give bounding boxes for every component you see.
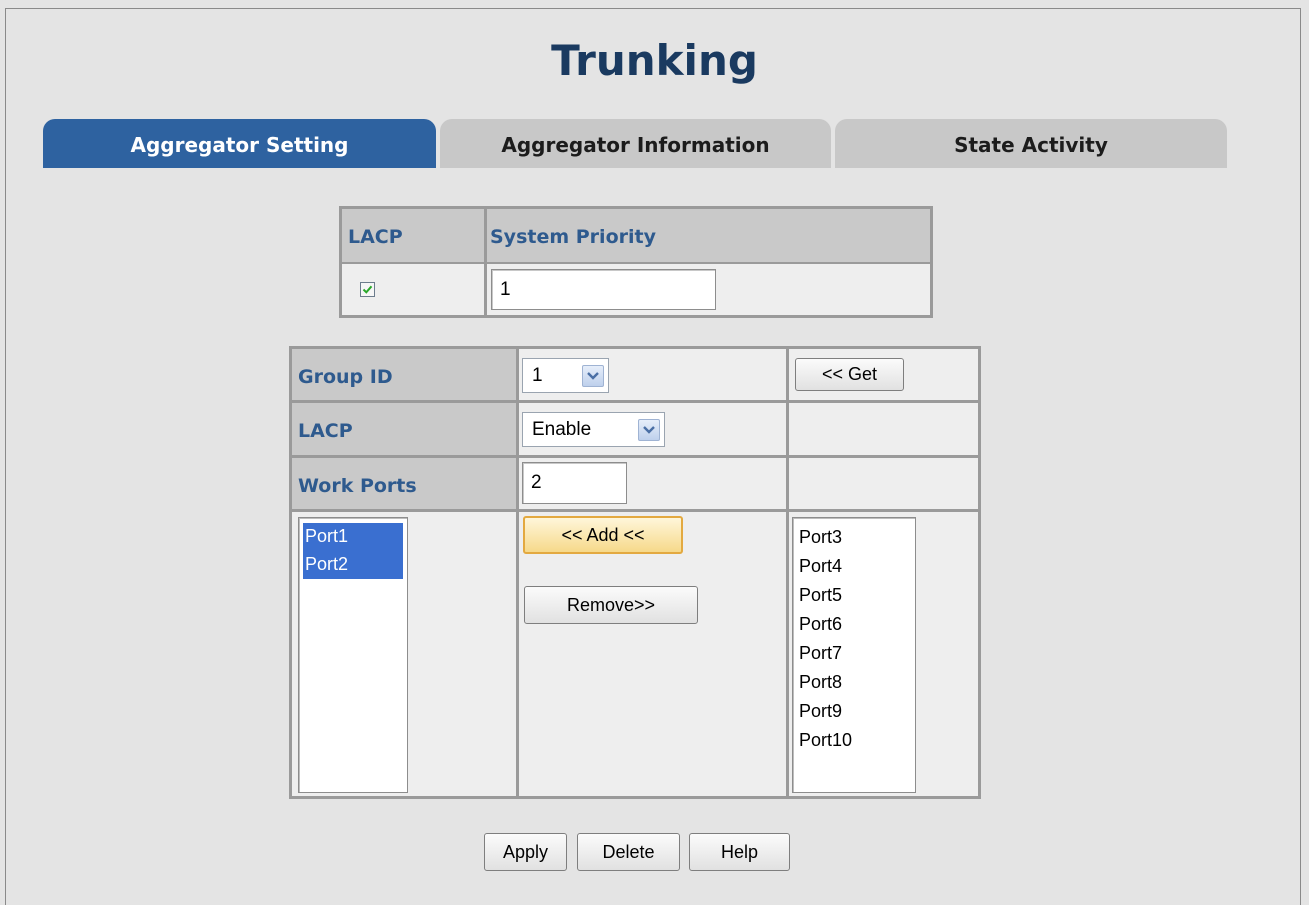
group-id-select[interactable]: 1 — [522, 358, 609, 393]
empty-cell — [789, 403, 978, 455]
group-id-select-cell: 1 — [519, 349, 786, 400]
lacp-select-cell: Enable — [519, 403, 786, 455]
check-icon — [362, 285, 373, 294]
system-priority-input[interactable]: 1 — [491, 269, 716, 310]
group-settings-table: Group ID 1 << Get LACP Enable Work Ports… — [289, 346, 981, 799]
work-ports-label: Work Ports — [298, 475, 417, 497]
work-ports-label-cell: Work Ports — [292, 458, 516, 509]
member-port-option[interactable]: Port1 — [303, 523, 403, 551]
tab-state-activity[interactable]: State Activity — [835, 119, 1227, 168]
group-id-label-cell: Group ID — [292, 349, 516, 400]
lacp-header-cell: LACP — [342, 209, 484, 262]
chevron-down-icon — [582, 365, 604, 387]
available-port-option[interactable]: Port9 — [793, 697, 915, 726]
system-settings-table: LACP System Priority 1 — [339, 206, 933, 318]
move-buttons-cell: << Add << Remove>> — [519, 512, 786, 796]
available-port-option[interactable]: Port4 — [793, 552, 915, 581]
available-ports-list[interactable]: Port3 Port4 Port5 Port6 Port7 Port8 Port… — [792, 517, 916, 793]
lacp-checkbox[interactable] — [360, 282, 375, 297]
available-port-option[interactable]: Port3 — [793, 523, 915, 552]
empty-cell — [789, 458, 978, 509]
group-id-value: 1 — [532, 364, 543, 386]
chevron-down-icon — [638, 419, 660, 441]
available-port-option[interactable]: Port8 — [793, 668, 915, 697]
lacp-label-cell: LACP — [292, 403, 516, 455]
available-ports-cell: Port3 Port4 Port5 Port6 Port7 Port8 Port… — [789, 512, 978, 796]
add-port-button[interactable]: << Add << — [523, 516, 683, 554]
lacp-checkbox-cell — [342, 264, 484, 315]
available-port-option[interactable]: Port5 — [793, 581, 915, 610]
priority-header-cell: System Priority — [487, 209, 930, 262]
available-port-option[interactable]: Port6 — [793, 610, 915, 639]
work-ports-input-cell: 2 — [519, 458, 786, 509]
member-port-option[interactable]: Port2 — [303, 551, 403, 579]
help-button[interactable]: Help — [689, 833, 790, 871]
get-button[interactable]: << Get — [795, 358, 904, 391]
group-id-label: Group ID — [298, 366, 393, 388]
system-priority-header: System Priority — [490, 226, 656, 248]
delete-button[interactable]: Delete — [577, 833, 680, 871]
remove-port-button[interactable]: Remove>> — [524, 586, 698, 624]
member-ports-list[interactable]: Port1 Port2 — [298, 517, 408, 793]
work-ports-input[interactable]: 2 — [522, 462, 627, 504]
apply-button[interactable]: Apply — [484, 833, 567, 871]
lacp-mode-value: Enable — [532, 418, 592, 440]
lacp-header: LACP — [348, 226, 403, 248]
priority-input-cell: 1 — [487, 264, 930, 315]
member-ports-cell: Port1 Port2 — [292, 512, 516, 796]
page-title: Trunking — [551, 36, 758, 85]
lacp-mode-select[interactable]: Enable — [522, 412, 665, 447]
lacp-label: LACP — [298, 420, 353, 442]
available-port-option[interactable]: Port7 — [793, 639, 915, 668]
tab-aggregator-information[interactable]: Aggregator Information — [440, 119, 831, 168]
tab-aggregator-setting[interactable]: Aggregator Setting — [43, 119, 436, 168]
get-button-cell: << Get — [789, 349, 978, 400]
available-port-option[interactable]: Port10 — [793, 726, 915, 755]
